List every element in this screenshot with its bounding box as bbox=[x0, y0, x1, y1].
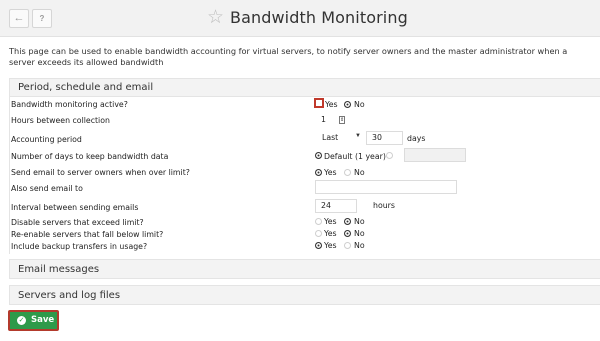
star-icon[interactable]: ☆ bbox=[207, 7, 224, 29]
monitoring-active-yes-label: Yes bbox=[325, 100, 338, 109]
disable-servers-yes-label: Yes bbox=[324, 217, 337, 226]
monitoring-active-no-radio[interactable] bbox=[344, 101, 351, 108]
page-title: Bandwidth Monitoring bbox=[230, 8, 408, 27]
interval-emails-input[interactable]: 24 bbox=[315, 199, 357, 213]
disable-servers-no-label: No bbox=[354, 217, 365, 226]
section-period-header[interactable]: Period, schedule and email bbox=[9, 78, 600, 97]
monitoring-active-yes-radio[interactable] bbox=[314, 98, 324, 108]
save-button[interactable]: ✓ Save bbox=[8, 310, 59, 331]
save-button-label: Save bbox=[31, 315, 55, 325]
page-description: This page can be used to enable bandwidt… bbox=[9, 46, 568, 67]
arrow-left-icon: ← bbox=[13, 12, 25, 24]
monitoring-active-label: Bandwidth monitoring active? bbox=[11, 100, 128, 109]
days-to-keep-custom-input[interactable] bbox=[404, 148, 466, 162]
reenable-servers-no-radio[interactable] bbox=[344, 230, 351, 237]
include-backup-yes-label: Yes bbox=[324, 241, 337, 250]
days-to-keep-default-radio[interactable] bbox=[315, 152, 322, 159]
interval-emails-label: Interval between sending emails bbox=[11, 203, 139, 212]
chevron-down-icon: ▼ bbox=[355, 133, 361, 139]
days-to-keep-label: Number of days to keep bandwidth data bbox=[11, 152, 169, 161]
hours-between-spinner[interactable]: ⇕ bbox=[339, 116, 345, 124]
section-email-header[interactable]: Email messages bbox=[9, 259, 600, 279]
reenable-servers-no-label: No bbox=[354, 229, 365, 238]
accounting-period-days-input[interactable]: 30 bbox=[366, 131, 403, 145]
send-email-owners-label: Send email to server owners when over li… bbox=[11, 168, 190, 177]
send-email-owners-yes-label: Yes bbox=[324, 168, 337, 177]
reenable-servers-yes-radio[interactable] bbox=[315, 230, 322, 237]
accounting-period-unit: days bbox=[407, 134, 426, 143]
accounting-period-label: Accounting period bbox=[11, 135, 82, 144]
disable-servers-no-radio[interactable] bbox=[344, 218, 351, 225]
monitoring-active-no-label: No bbox=[354, 100, 365, 109]
include-backup-label: Include backup transfers in usage? bbox=[11, 242, 148, 251]
reenable-servers-yes-label: Yes bbox=[324, 229, 337, 238]
reenable-servers-label: Re-enable servers that fall below limit? bbox=[11, 230, 164, 239]
check-circle-icon: ✓ bbox=[17, 316, 26, 325]
hours-between-label: Hours between collection bbox=[11, 116, 110, 125]
send-email-owners-no-radio[interactable] bbox=[344, 169, 351, 176]
also-send-email-label: Also send email to bbox=[11, 184, 83, 193]
include-backup-yes-radio[interactable] bbox=[315, 242, 322, 249]
days-to-keep-custom-radio[interactable] bbox=[386, 152, 393, 159]
include-backup-no-radio[interactable] bbox=[344, 242, 351, 249]
days-to-keep-default-label: Default (1 year) bbox=[324, 152, 386, 161]
help-icon: ? bbox=[39, 14, 45, 23]
back-button[interactable]: ← bbox=[9, 9, 29, 28]
send-email-owners-yes-radio[interactable] bbox=[315, 169, 322, 176]
send-email-owners-no-label: No bbox=[354, 168, 365, 177]
include-backup-no-label: No bbox=[354, 241, 365, 250]
disable-servers-label: Disable servers that exceed limit? bbox=[11, 218, 144, 227]
top-bar: ← ? ☆ Bandwidth Monitoring bbox=[0, 0, 600, 37]
interval-emails-unit: hours bbox=[373, 201, 395, 210]
disable-servers-yes-radio[interactable] bbox=[315, 218, 322, 225]
section-servers-header[interactable]: Servers and log files bbox=[9, 285, 600, 305]
help-button[interactable]: ? bbox=[32, 9, 52, 28]
also-send-email-input[interactable] bbox=[315, 180, 457, 194]
